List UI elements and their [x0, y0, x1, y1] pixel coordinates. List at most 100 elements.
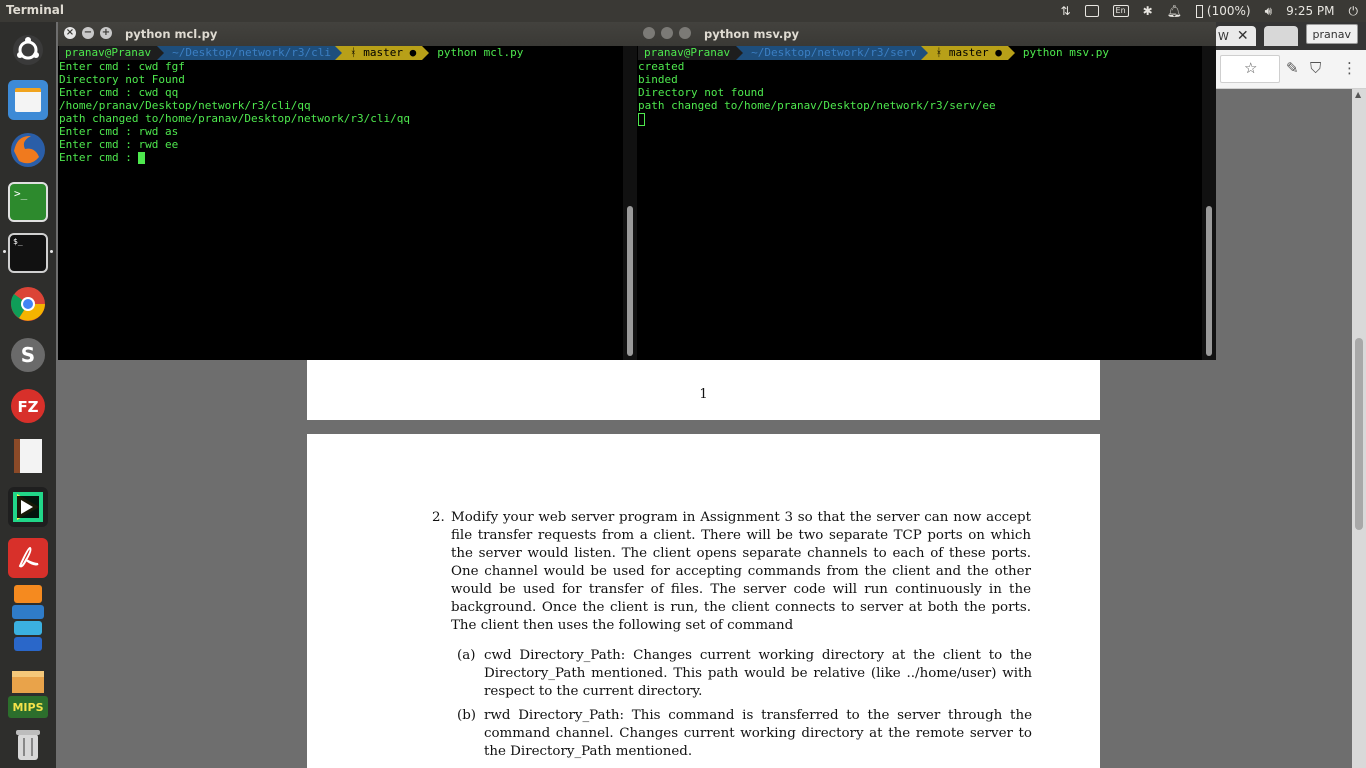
- running-indicator: [50, 250, 53, 253]
- chrome-icon[interactable]: [8, 284, 48, 324]
- terminal-titlebar[interactable]: × − + python mcl.py: [58, 22, 637, 46]
- network-icon[interactable]: ⇅: [1061, 0, 1071, 22]
- git-dirty-icon: ●: [988, 46, 1002, 59]
- keyboard-layout-indicator[interactable]: En: [1112, 0, 1129, 22]
- output-line: Enter cmd : cwd qq: [59, 86, 179, 99]
- prompt-separator: [920, 46, 928, 60]
- scrollbar-thumb[interactable]: [1206, 206, 1212, 356]
- terminal-output[interactable]: pranav@Pranav ~/Desktop/network/r3/cli ᚼ…: [59, 46, 623, 360]
- active-app-title: Terminal: [6, 3, 65, 17]
- terminal-window-client[interactable]: × − + python mcl.py pranav@Pranav ~/Desk…: [58, 22, 637, 360]
- browser-tab[interactable]: W ✕: [1216, 26, 1256, 46]
- battery-indicator[interactable]: (100%): [1195, 0, 1251, 22]
- output-line: /home/pranav/Desktop/network/r3/cli/qq: [59, 99, 311, 112]
- prompt-path: ~/Desktop/network/r3/serv: [743, 46, 921, 60]
- filezilla-icon[interactable]: FZ: [8, 386, 48, 426]
- document-scrollbar[interactable]: ▲: [1352, 88, 1366, 768]
- git-branch-icon: ᚼ: [935, 46, 949, 59]
- output-line: binded: [638, 73, 678, 86]
- volume-icon[interactable]: 🔊︎: [1265, 0, 1273, 22]
- mips-icon[interactable]: MIPS: [8, 696, 48, 718]
- git-branch: master: [948, 46, 989, 59]
- output-line: Directory not Found: [59, 73, 185, 86]
- browser-tabbar: W ✕ pranav: [1216, 22, 1366, 50]
- acrobat-icon[interactable]: [8, 538, 48, 578]
- page-number: 1: [699, 387, 708, 402]
- close-window-button[interactable]: ×: [64, 27, 76, 39]
- profile-button[interactable]: pranav: [1305, 24, 1358, 44]
- new-tab-button[interactable]: [1264, 26, 1298, 46]
- bluetooth-icon[interactable]: ✱: [1143, 0, 1153, 22]
- battery-icon: [1195, 4, 1203, 18]
- output-line: path changed to/home/pranav/Desktop/netw…: [59, 112, 410, 125]
- tab-close-icon[interactable]: ✕: [1237, 28, 1249, 44]
- output-line: created: [638, 60, 685, 73]
- svg-text:S: S: [21, 343, 35, 367]
- menu-icon[interactable]: ⋮: [1342, 59, 1357, 77]
- files-icon[interactable]: [8, 80, 48, 120]
- close-window-button[interactable]: [643, 27, 655, 39]
- subitem-label: (a): [457, 648, 476, 663]
- pycharm-icon[interactable]: [8, 487, 48, 527]
- package-icon[interactable]: [8, 668, 48, 696]
- subitem-text: cwd Directory_Path: Changes current work…: [484, 648, 1032, 699]
- output-line: path changed to/home/pranav/Desktop/netw…: [638, 99, 996, 112]
- scrollbar-thumb[interactable]: [1355, 338, 1363, 530]
- git-branch-segment: ᚼ master ●: [927, 46, 1008, 60]
- input-line[interactable]: Enter cmd :: [59, 151, 623, 164]
- question-number: 2.: [432, 510, 445, 525]
- display-icon[interactable]: [1084, 0, 1099, 22]
- firefox-icon[interactable]: [8, 130, 48, 170]
- git-branch-segment: ᚼ master ●: [342, 46, 423, 60]
- prompt-separator: [736, 46, 744, 60]
- prompt-user: pranav@Pranav: [638, 46, 737, 60]
- terminal-output[interactable]: pranav@Pranav ~/Desktop/network/r3/serv …: [638, 46, 1202, 360]
- prompt-user: pranav@Pranav: [59, 46, 158, 60]
- terminal-scrollbar[interactable]: [1202, 46, 1216, 360]
- terminal-2-icon[interactable]: $_: [8, 233, 48, 273]
- shell-prompt: pranav@Pranav ~/Desktop/network/r3/serv …: [638, 46, 1202, 60]
- maximize-window-button[interactable]: [679, 27, 691, 39]
- notification-bell-icon[interactable]: 🔔︎: [1167, 0, 1182, 22]
- minimize-window-button[interactable]: [661, 27, 673, 39]
- question-text: Modify your web server program in Assign…: [451, 510, 1031, 633]
- trash-icon[interactable]: [8, 724, 48, 764]
- clock[interactable]: 9:25 PM: [1286, 0, 1334, 22]
- launcher: >_ $_ S FZ MIPS: [0, 22, 56, 768]
- text-cursor: [638, 112, 645, 126]
- input-prompt: Enter cmd :: [59, 151, 139, 164]
- scroll-up-arrow-icon[interactable]: ▲: [1355, 90, 1361, 99]
- eyedropper-icon[interactable]: ✎: [1286, 59, 1299, 77]
- window-title: python mcl.py: [125, 27, 218, 41]
- system-tray: ⇅ En ✱ 🔔︎ (100%) 🔊︎ 9:25 PM ⏻: [1061, 0, 1358, 22]
- book-icon[interactable]: [8, 436, 48, 476]
- input-line[interactable]: [638, 112, 1202, 126]
- git-branch: master: [363, 46, 404, 59]
- prompt-separator: [1007, 46, 1015, 60]
- ubuntu-home-icon[interactable]: [8, 30, 48, 70]
- battery-percent: (100%): [1206, 4, 1251, 18]
- app-stack-icon[interactable]: [8, 583, 48, 663]
- scrollbar-thumb[interactable]: [627, 206, 633, 356]
- browser-toolbar: ☆ ✎ ⛉ ⋮: [1216, 50, 1366, 89]
- output-line: Directory not found: [638, 86, 764, 99]
- running-indicator: [3, 250, 6, 253]
- bookmark-star-icon[interactable]: ☆: [1244, 59, 1257, 77]
- prompt-command: python msv.py: [1022, 46, 1109, 59]
- shell-prompt: pranav@Pranav ~/Desktop/network/r3/cli ᚼ…: [59, 46, 623, 60]
- window-title: python msv.py: [704, 27, 799, 41]
- tab-title: W: [1218, 29, 1229, 43]
- terminal-icon[interactable]: >_: [8, 182, 48, 222]
- subitem-label: (b): [457, 708, 477, 723]
- shield-icon[interactable]: ⛉: [1310, 59, 1321, 77]
- power-icon[interactable]: ⏻: [1349, 0, 1359, 22]
- maximize-window-button[interactable]: +: [100, 27, 112, 39]
- sublime-icon[interactable]: S: [8, 335, 48, 375]
- terminal-window-server[interactable]: python msv.py pranav@Pranav ~/Desktop/ne…: [637, 22, 1216, 360]
- minimize-window-button[interactable]: −: [82, 27, 94, 39]
- terminal-scrollbar[interactable]: [623, 46, 637, 360]
- terminal-titlebar[interactable]: python msv.py: [637, 22, 1216, 46]
- git-branch-icon: ᚼ: [350, 46, 364, 59]
- git-dirty-icon: ●: [403, 46, 417, 59]
- prompt-separator: [157, 46, 165, 60]
